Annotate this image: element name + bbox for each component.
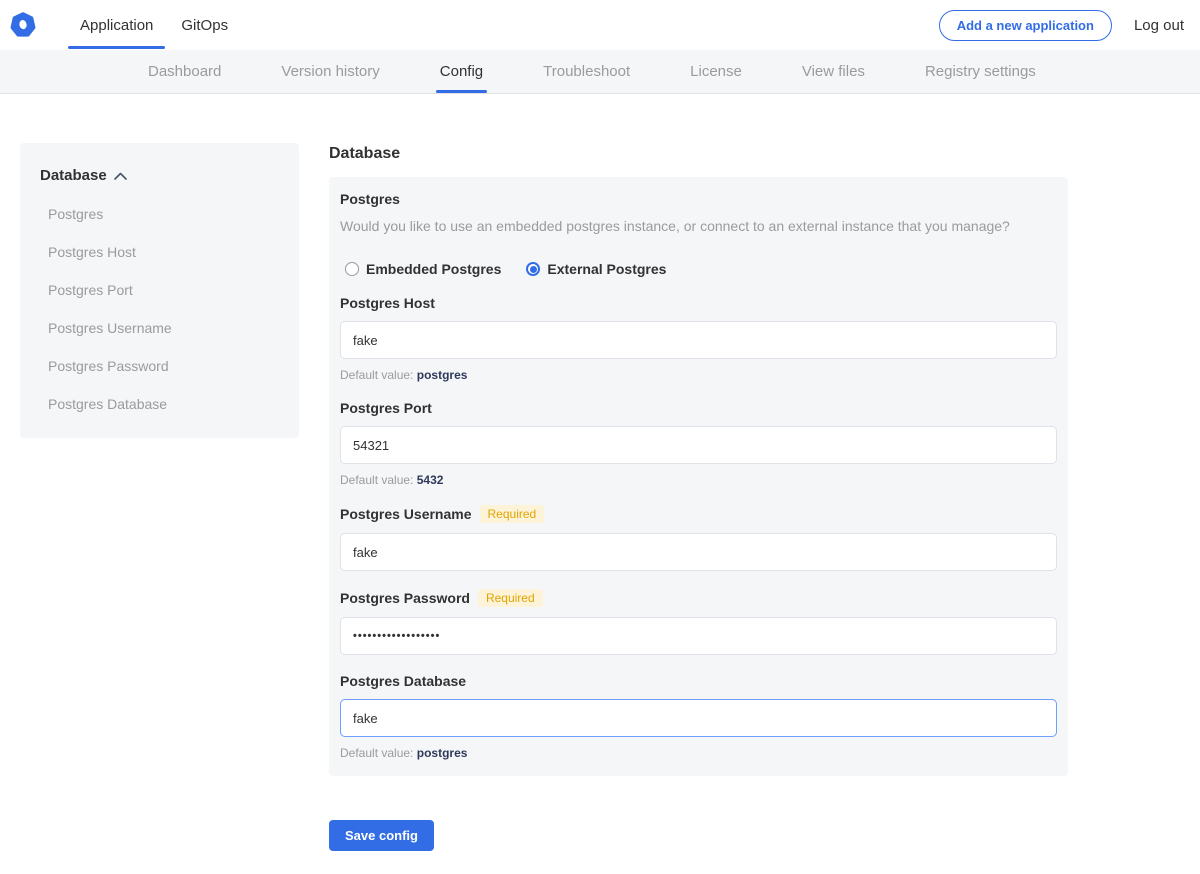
add-new-application-button[interactable]: Add a new application [939, 10, 1112, 41]
default-value-label: Default value: [340, 473, 413, 487]
subnav-tab-registry-settings[interactable]: Registry settings [925, 50, 1036, 93]
sidebar-item-postgres-database[interactable]: Postgres Database [48, 396, 279, 412]
sidebar-item-postgres[interactable]: Postgres [48, 206, 279, 222]
subnav-tab-config-label: Config [440, 63, 483, 80]
subnav-tab-license-label: License [690, 63, 742, 80]
postgres-username-label: Postgres Username Required [340, 505, 1057, 523]
sidebar-group-database[interactable]: Database [40, 167, 279, 184]
postgres-item-label: Postgres [340, 191, 1057, 207]
postgres-port-label: Postgres Port [340, 400, 1057, 416]
postgres-port-default: Default value: 5432 [340, 473, 1057, 487]
radio-embedded-postgres-label: Embedded Postgres [366, 261, 501, 277]
default-value-label: Default value: [340, 368, 413, 382]
database-config-panel: Postgres Would you like to use an embedd… [329, 177, 1068, 776]
postgres-database-input[interactable] [340, 699, 1057, 737]
sidebar-item-postgres-port[interactable]: Postgres Port [48, 282, 279, 298]
subnav-tab-license[interactable]: License [690, 50, 742, 93]
postgres-database-default: Default value: postgres [340, 746, 1057, 760]
required-badge: Required [478, 589, 543, 607]
postgres-host-input[interactable] [340, 321, 1057, 359]
subnav-tab-troubleshoot-label: Troubleshoot [543, 63, 630, 80]
subnav-tab-dashboard[interactable]: Dashboard [148, 50, 221, 93]
top-nav-right: Add a new application Log out [939, 10, 1200, 41]
sidebar-item-postgres-password[interactable]: Postgres Password [48, 358, 279, 374]
postgres-password-label: Postgres Password Required [340, 589, 1057, 607]
tab-application-label: Application [80, 17, 153, 34]
sidebar-item-postgres-username[interactable]: Postgres Username [48, 320, 279, 336]
field-postgres-port: Postgres Port Default value: 5432 [340, 400, 1057, 487]
postgres-host-default: Default value: postgres [340, 368, 1057, 382]
app-sub-nav: Dashboard Version history Config Trouble… [0, 50, 1200, 94]
postgres-database-label: Postgres Database [340, 673, 1057, 689]
default-value-label: Default value: [340, 746, 413, 760]
postgres-password-input[interactable] [340, 617, 1057, 655]
sidebar-group-database-label: Database [40, 167, 107, 184]
radio-unchecked-icon [345, 262, 359, 276]
subnav-tab-view-files-label: View files [802, 63, 865, 80]
field-postgres-username: Postgres Username Required [340, 505, 1057, 571]
postgres-host-label: Postgres Host [340, 295, 1057, 311]
required-badge: Required [480, 505, 545, 523]
postgres-port-input[interactable] [340, 426, 1057, 464]
sidebar-item-list: Postgres Postgres Host Postgres Port Pos… [48, 206, 279, 412]
save-config-button[interactable]: Save config [329, 820, 434, 851]
subnav-tab-registry-settings-label: Registry settings [925, 63, 1036, 80]
top-nav: Application GitOps Add a new application… [0, 0, 1200, 50]
radio-external-postgres[interactable]: External Postgres [526, 261, 666, 277]
logout-link[interactable]: Log out [1134, 17, 1184, 34]
subnav-tab-troubleshoot[interactable]: Troubleshoot [543, 50, 630, 93]
subnav-tab-view-files[interactable]: View files [802, 50, 865, 93]
postgres-username-label-text: Postgres Username [340, 506, 472, 522]
tab-gitops-label: GitOps [181, 17, 228, 34]
field-postgres-host: Postgres Host Default value: postgres [340, 295, 1057, 382]
postgres-help-text: Would you like to use an embedded postgr… [340, 218, 1057, 234]
tab-gitops[interactable]: GitOps [167, 0, 242, 50]
radio-external-postgres-label: External Postgres [547, 261, 666, 277]
default-value-text: postgres [417, 368, 468, 382]
config-page: Application GitOps Add a new application… [0, 0, 1200, 874]
tab-application[interactable]: Application [66, 0, 167, 50]
subnav-tab-version-history[interactable]: Version history [281, 50, 379, 93]
postgres-radio-group: Embedded Postgres External Postgres [345, 261, 1057, 277]
subnav-tab-version-history-label: Version history [281, 63, 379, 80]
field-postgres-database: Postgres Database Default value: postgre… [340, 673, 1057, 760]
radio-checked-icon [526, 262, 540, 276]
group-title: Database [329, 145, 1068, 163]
app-logo-icon[interactable] [10, 12, 36, 38]
config-main-area: Database Postgres Would you like to use … [329, 145, 1068, 851]
postgres-username-input[interactable] [340, 533, 1057, 571]
field-postgres-password: Postgres Password Required [340, 589, 1057, 655]
sidebar-item-postgres-host[interactable]: Postgres Host [48, 244, 279, 260]
subnav-tab-dashboard-label: Dashboard [148, 63, 221, 80]
radio-embedded-postgres[interactable]: Embedded Postgres [345, 261, 501, 277]
default-value-text: postgres [417, 746, 468, 760]
postgres-password-label-text: Postgres Password [340, 590, 470, 606]
top-nav-tabs: Application GitOps [66, 0, 242, 50]
subnav-tab-config[interactable]: Config [440, 50, 483, 93]
logo-heptagon [10, 12, 36, 38]
chevron-up-icon [114, 172, 127, 180]
config-groups-sidebar: Database Postgres Postgres Host Postgres… [20, 143, 299, 438]
default-value-text: 5432 [417, 473, 444, 487]
